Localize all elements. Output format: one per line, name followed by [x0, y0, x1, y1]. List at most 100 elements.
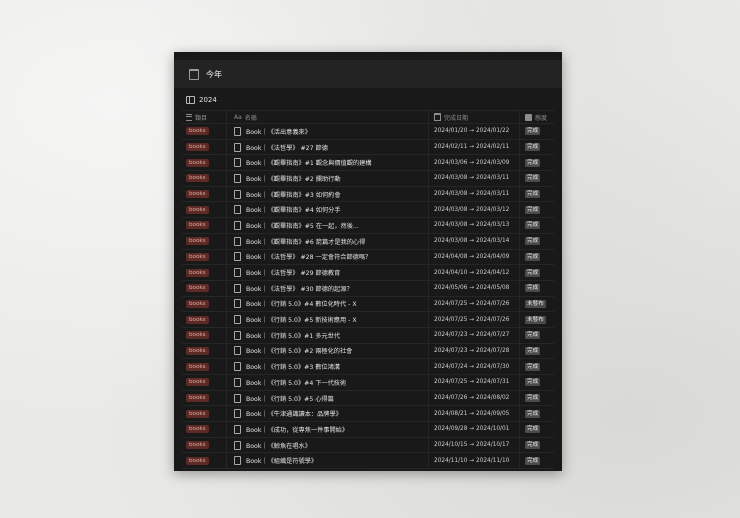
column-header-category[interactable]: 類目 — [182, 111, 226, 123]
name-cell[interactable]: Book｜《觀畢指南》#5 在一起，然後... — [226, 218, 428, 233]
date-cell[interactable]: 2024/08/21 → 2024/09/05 — [428, 406, 519, 422]
category-tag[interactable]: books — [186, 237, 209, 246]
category-tag[interactable]: books — [186, 299, 209, 308]
status-cell[interactable]: 完成 — [519, 437, 554, 453]
name-cell[interactable]: Book｜《法哲學》 #27 節德 — [226, 139, 428, 155]
date-cell[interactable]: 2024/03/08 → 2024/03/12 — [428, 202, 519, 218]
category-tag[interactable]: books — [186, 441, 209, 450]
table-row[interactable]: books Book｜《觀畢指南》#4 如何分手 2024/03/08 → 2024… — [182, 202, 554, 219]
date-cell[interactable]: 2024/03/08 → 2024/03/11 — [428, 171, 519, 186]
date-cell[interactable]: 2024/04/10 → 2024/04/12 — [428, 265, 519, 280]
page-name[interactable]: Book｜《法哲學》 #30 節德的起源？ — [246, 284, 353, 293]
category-tag[interactable]: books — [186, 284, 209, 293]
page-name[interactable]: Book｜《行銷 5.0》#2 兩極化的社會 — [246, 346, 352, 355]
page-name[interactable]: Book｜《行銷 5.0》#5 心得篇 — [246, 394, 334, 403]
date-cell[interactable]: 2024/02/11 → 2024/02/11 — [428, 139, 519, 155]
name-cell[interactable]: Book｜《行銷 5.0》#2 兩極化的社會 — [226, 343, 428, 359]
status-cell[interactable]: 未發布 — [519, 296, 554, 312]
date-cell[interactable]: 2024/07/26 → 2024/08/02 — [428, 390, 519, 406]
date-cell[interactable]: 2024/07/23 → 2024/07/28 — [428, 343, 519, 359]
category-tag[interactable]: books — [186, 315, 209, 324]
table-row[interactable]: books Book｜《觀畢指南》#3 如何約會 2024/03/08 → 2024… — [182, 186, 554, 203]
category-tag[interactable]: books — [186, 158, 209, 167]
page-name[interactable]: Book｜《行銷 5.0》#4 下一代技術 — [246, 378, 346, 387]
page-name[interactable]: Book｜《鯨魚在唱水》 — [246, 441, 311, 450]
name-cell[interactable]: Book｜《牛津通識讀本：品牌學》 — [226, 406, 428, 422]
page-name[interactable]: Book｜《行銷 5.0》#3 數位鴻溝 — [246, 362, 340, 371]
date-cell[interactable]: 2024/07/23 → 2024/07/27 — [428, 327, 519, 343]
page-name[interactable]: Book｜《行銷 5.0》#5 新技術應用 - X — [246, 315, 357, 324]
table-row[interactable]: books Book｜《組織是符號學》 2024/11/10 → 2024/11/1… — [182, 453, 554, 470]
table-row[interactable]: books Book｜《法哲學》 #27 節德 2024/02/11 → 2024/… — [182, 139, 554, 156]
name-cell[interactable]: Book｜《行銷 5.0》#4 下一代技術 — [226, 375, 428, 390]
table-row[interactable]: books Book｜《法哲學》 #28 一定會符合節德嗎？ 2024/04/08 … — [182, 249, 554, 266]
page-name[interactable]: Book｜《法哲學》 #29 節德教育 — [246, 268, 340, 277]
page-name[interactable]: Book｜《法哲學》 #27 節德 — [246, 143, 328, 152]
page-name[interactable]: Book｜《活出意義來》 — [246, 127, 311, 136]
table-row[interactable]: books Book｜《行銷 5.0》#4 數位化時代 - X 2024/07/25… — [182, 296, 554, 313]
table-row[interactable]: books Book｜《牛津通識讀本：品牌學》 2024/08/21 → 2024/… — [182, 406, 554, 423]
status-cell[interactable]: 完成 — [519, 233, 554, 249]
page-name[interactable]: Book｜《成功，從專焦一件事開始》 — [246, 425, 348, 434]
page-name[interactable]: Book｜《法哲學》 #28 一定會符合節德嗎？ — [246, 252, 371, 261]
status-cell[interactable]: 完成 — [519, 343, 554, 359]
column-header-status[interactable]: 態度 — [519, 111, 554, 123]
name-cell[interactable]: Book｜《觀畢指南》#2 攔助行動 — [226, 171, 428, 186]
page-name[interactable]: Book｜《行銷 5.0》#4 數位化時代 - X — [246, 299, 357, 308]
category-tag[interactable]: books — [186, 174, 209, 183]
page-name[interactable]: Book｜《牛津通識讀本：品牌學》 — [246, 409, 342, 418]
name-cell[interactable]: Book｜《觀畢指南》#4 如何分手 — [226, 202, 428, 218]
table-row[interactable]: books Book｜《觀畢指南》#5 在一起，然後... 2024/03/08 →… — [182, 218, 554, 234]
status-cell[interactable]: 完成 — [519, 453, 554, 469]
status-cell[interactable]: 完成 — [519, 359, 554, 374]
category-tag[interactable]: books — [186, 346, 209, 355]
status-cell[interactable]: 完成 — [519, 218, 554, 233]
date-cell[interactable]: 2024/09/28 → 2024/10/01 — [428, 422, 519, 437]
category-tag[interactable]: books — [186, 221, 209, 230]
status-cell[interactable]: 完成 — [519, 390, 554, 406]
date-cell[interactable]: 2024/10/15 → 2024/10/17 — [428, 437, 519, 453]
date-cell[interactable]: 2024/07/25 → 2024/07/26 — [428, 296, 519, 312]
date-cell[interactable]: 2024/03/08 → 2024/03/13 — [428, 218, 519, 233]
table-row[interactable]: books Book｜《行銷 5.0》#2 兩極化的社會 2024/07/23 → … — [182, 343, 554, 360]
page-name[interactable]: Book｜《觀畢指南》#5 在一起，然後... — [246, 221, 359, 230]
date-cell[interactable]: 2024/04/08 → 2024/04/09 — [428, 249, 519, 265]
page-name[interactable]: Book｜《觀畢指南》#4 如何分手 — [246, 205, 341, 214]
date-cell[interactable]: 2024/07/24 → 2024/07/30 — [428, 359, 519, 374]
table-row[interactable]: books Book｜《鯨魚在唱水》 2024/10/15 → 2024/10/17… — [182, 437, 554, 454]
page-name[interactable]: Book｜《觀畢指南》#2 攔助行動 — [246, 174, 341, 183]
name-cell[interactable]: Book｜《行銷 5.0》#5 新技術應用 - X — [226, 312, 428, 327]
category-tag[interactable]: books — [186, 268, 209, 277]
name-cell[interactable]: Book｜《行銷 5.0》#5 心得篇 — [226, 390, 428, 406]
table-row[interactable]: books Book｜《觀畢指南》#2 攔助行動 2024/03/08 → 2024… — [182, 171, 554, 187]
status-cell[interactable]: 完成 — [519, 155, 554, 171]
category-tag[interactable]: books — [186, 362, 209, 371]
name-cell[interactable]: Book｜《法哲學》 #30 節德的起源？ — [226, 280, 428, 296]
category-tag[interactable]: books — [186, 456, 209, 465]
category-tag[interactable]: books — [186, 425, 209, 434]
table-row[interactable]: books Book｜《法哲學》 #29 節德教育 2024/04/10 → 202… — [182, 265, 554, 281]
table-row[interactable]: books Book｜《行銷 5.0》#5 心得篇 2024/07/26 → 202… — [182, 390, 554, 407]
status-cell[interactable]: 完成 — [519, 422, 554, 437]
name-cell[interactable]: Book｜《觀畢指南》#3 如何約會 — [226, 186, 428, 202]
status-cell[interactable]: 完成 — [519, 265, 554, 280]
column-header-date[interactable]: 完成日期 — [428, 111, 519, 123]
status-cell[interactable]: 完成 — [519, 280, 554, 296]
table-row[interactable]: books Book｜《觀畢指南》#1 觀念與價值觀的建構 2024/03/06 →… — [182, 155, 554, 172]
name-cell[interactable]: Book｜《鯨魚在唱水》 — [226, 437, 428, 453]
table-row[interactable]: books Book｜《法哲學》 #30 節德的起源？ 2024/05/06 → 2… — [182, 280, 554, 297]
date-cell[interactable]: 2024/03/08 → 2024/03/11 — [428, 186, 519, 202]
table-row[interactable]: books Book｜《成功，從專焦一件事開始》 2024/09/28 → 2024… — [182, 422, 554, 438]
status-cell[interactable]: 未發布 — [519, 312, 554, 327]
name-cell[interactable]: Book｜《行銷 5.0》#3 數位鴻溝 — [226, 359, 428, 374]
name-cell[interactable]: Book｜《觀畢指南》#1 觀念與價值觀的建構 — [226, 155, 428, 171]
page-name[interactable]: Book｜《觀畢指南》#3 如何約會 — [246, 190, 341, 199]
status-cell[interactable]: 完成 — [519, 124, 554, 139]
status-cell[interactable]: 完成 — [519, 202, 554, 218]
table-row[interactable]: books Book｜《觀畢指南》#6 箭篇才是我的心得 2024/03/08 → … — [182, 233, 554, 250]
view-tab[interactable]: 2024 — [186, 94, 217, 106]
status-cell[interactable]: 完成 — [519, 139, 554, 155]
page-name[interactable]: Book｜《行銷 5.0》#1 多元世代 — [246, 331, 340, 340]
status-cell[interactable]: 完成 — [519, 327, 554, 343]
name-cell[interactable]: Book｜《觀畢指南》#6 箭篇才是我的心得 — [226, 233, 428, 249]
